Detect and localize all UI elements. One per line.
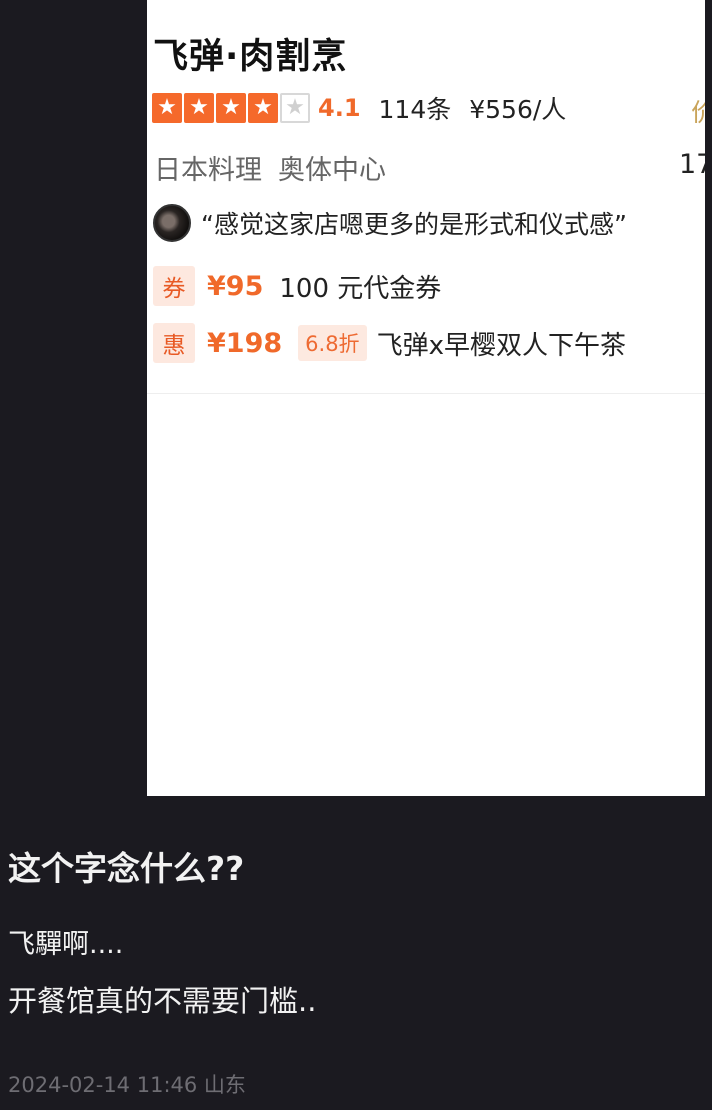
cut-off-label: 价: [691, 98, 705, 127]
star-icon: ★: [216, 93, 246, 123]
star-icon: ★: [152, 93, 182, 123]
divider: [147, 393, 705, 394]
comment-line-3: 开餐馆真的不需要门槛..: [8, 984, 317, 1018]
star-icon: ★: [184, 93, 214, 123]
review-count: 114条: [378, 95, 452, 124]
rating-row: ★ ★ ★ ★ ★ 4.1 114条 ¥556/人: [152, 92, 566, 124]
rating-stars: ★ ★ ★ ★ ★: [152, 93, 310, 123]
category-row: 日本料理 奥体中心: [154, 148, 386, 187]
deal-text: 100 元代金券: [279, 273, 442, 304]
avatar: [153, 204, 191, 242]
discount-tag: 6.8折: [298, 325, 367, 361]
restaurant-card[interactable]: 飞弹·肉割烹 ★ ★ ★ ★ ★ 4.1 114条 ¥556/人 价 日本料理奥…: [147, 0, 705, 796]
cuisine-category: 日本料理: [154, 155, 262, 186]
discount-badge: 惠: [153, 323, 195, 363]
deal-discount[interactable]: 惠 ¥198 6.8折 飞弹x早樱双人下午茶: [153, 323, 626, 363]
area-name: 奥体中心: [278, 155, 386, 186]
price-per-person: ¥556/人: [469, 95, 567, 124]
comment-line-1: 这个字念什么??: [8, 849, 245, 888]
distance-cut: 17: [679, 149, 705, 180]
voucher-badge: 券: [153, 266, 195, 306]
rating-score: 4.1: [318, 94, 361, 122]
post-timestamp: 2024-02-14 11:46 山东: [8, 1073, 246, 1097]
comment-line-2: 飞驒啊....: [8, 929, 124, 960]
review-quote: “感觉这家店嗯更多的是形式和仪式感”: [201, 210, 627, 239]
star-icon: ★: [248, 93, 278, 123]
star-empty-icon: ★: [280, 93, 310, 123]
featured-review[interactable]: “感觉这家店嗯更多的是形式和仪式感”: [153, 204, 627, 242]
restaurant-name: 飞弹·肉割烹: [153, 37, 348, 77]
deal-price: ¥95: [207, 270, 264, 302]
deal-text: 飞弹x早樱双人下午茶: [376, 330, 626, 361]
deal-price: ¥198: [207, 327, 283, 359]
deal-voucher[interactable]: 券 ¥95 100 元代金券: [153, 266, 441, 306]
